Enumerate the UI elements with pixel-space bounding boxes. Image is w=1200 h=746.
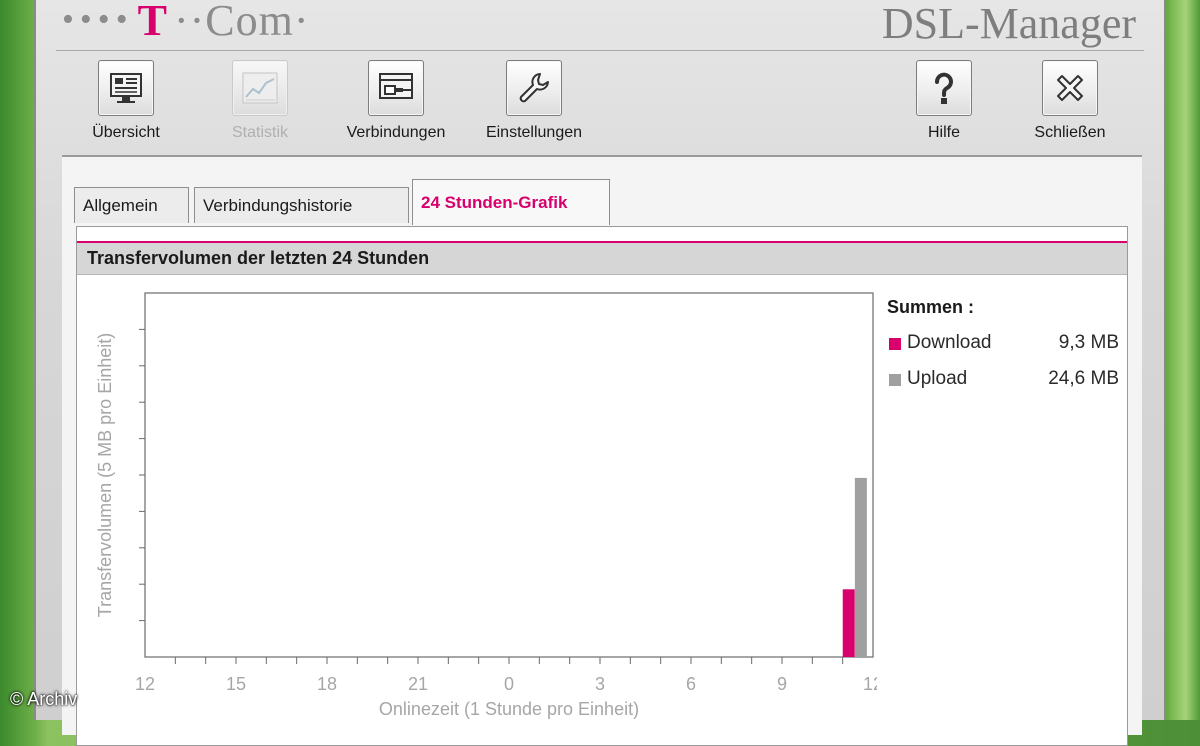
legend-upload-label: Upload <box>907 368 968 389</box>
toolbar-statistik-label: Statistik <box>231 124 288 141</box>
archiv-watermark: © Archiv <box>10 689 78 709</box>
wrench-icon <box>506 60 562 116</box>
close-x-icon <box>1042 60 1098 116</box>
logo-com: ··Com· <box>173 0 310 45</box>
tab-24-stunden-grafik[interactable]: 24 Stunden-Grafik <box>412 179 610 225</box>
dsl-manager-window: •••• T ··Com· DSL-Manager Übersicht Stat… <box>34 0 1166 746</box>
toolbar-einstellungen-button[interactable]: Einstellungen <box>464 60 604 142</box>
tab-allgemein[interactable]: Allgemein <box>74 187 189 223</box>
legend-title: Summen : <box>887 297 975 317</box>
download-swatch <box>889 338 901 350</box>
y-axis-title: Transfervolumen (5 MB pro Einheit) <box>95 333 115 617</box>
x-tick-label: 3 <box>595 674 605 694</box>
graph-panel: Transfervolumen der letzten 24 Stunden 1… <box>76 226 1128 746</box>
x-tick-label: 12 <box>863 674 877 694</box>
legend-row-download: Download 9,3 MB <box>887 332 1119 368</box>
legend-row-upload: Upload 24,6 MB <box>887 368 1119 404</box>
toolbar-hilfe-label: Hilfe <box>927 124 960 141</box>
toolbar-uebersicht-button[interactable]: Übersicht <box>56 60 196 142</box>
x-tick-label: 18 <box>317 674 337 694</box>
toolbar-uebersicht-label: Übersicht <box>92 124 160 141</box>
line-chart-icon <box>232 60 288 116</box>
toolbar-verbindungen-button[interactable]: Verbindungen <box>326 60 466 142</box>
legend-download-value: 9,3 MB <box>1058 332 1119 353</box>
x-tick-label: 9 <box>777 674 787 694</box>
x-tick-label: 21 <box>408 674 428 694</box>
x-axis-title: Onlinezeit (1 Stunde pro Einheit) <box>379 699 639 719</box>
app-title: DSL-Manager <box>881 0 1136 48</box>
tab-verbindungshistorie[interactable]: Verbindungshistorie <box>194 187 409 223</box>
x-tick-label: 6 <box>686 674 696 694</box>
legend: Summen : Download 9,3 MB Upload 24,6 MB <box>887 297 1119 404</box>
plot-area <box>144 292 874 658</box>
transfer-chart: 12151821036912Uhr Transfervolumen (5 MB … <box>95 292 877 719</box>
content-area: Allgemein Verbindungshistorie 24 Stunden… <box>62 155 1142 746</box>
legend-download-label: Download <box>907 332 992 353</box>
x-tick-label: 15 <box>226 674 246 694</box>
panel-title: Transfervolumen der letzten 24 Stunden <box>77 241 1127 275</box>
bar-upload <box>854 477 867 657</box>
logo-dots: •••• <box>62 1 134 38</box>
x-tick-label: 0 <box>504 674 514 694</box>
tcom-logo: •••• T ··Com· <box>62 0 310 45</box>
toolbar-hilfe-button[interactable]: Hilfe <box>874 60 1014 142</box>
legend-upload-value: 24,6 MB <box>1048 368 1119 389</box>
toolbar-schliessen-button[interactable]: Schließen <box>1000 60 1140 142</box>
question-mark-icon <box>916 60 972 116</box>
toolbar-einstellungen-label: Einstellungen <box>485 124 583 141</box>
header-divider <box>56 50 1144 51</box>
toolbar: Übersicht Statistik Verbindungen Einstel… <box>36 56 1164 152</box>
bar-download <box>842 589 855 657</box>
window-header: •••• T ··Com· DSL-Manager <box>36 0 1164 51</box>
upload-swatch <box>889 374 901 386</box>
x-tick-label: 12 <box>135 674 155 694</box>
toolbar-schliessen-label: Schließen <box>1034 124 1106 141</box>
logo-t: T <box>137 0 168 45</box>
connection-plug-icon <box>368 60 424 116</box>
toolbar-verbindungen-label: Verbindungen <box>346 124 446 141</box>
dashboard-monitor-icon <box>98 60 154 116</box>
toolbar-statistik-button[interactable]: Statistik <box>190 60 330 142</box>
